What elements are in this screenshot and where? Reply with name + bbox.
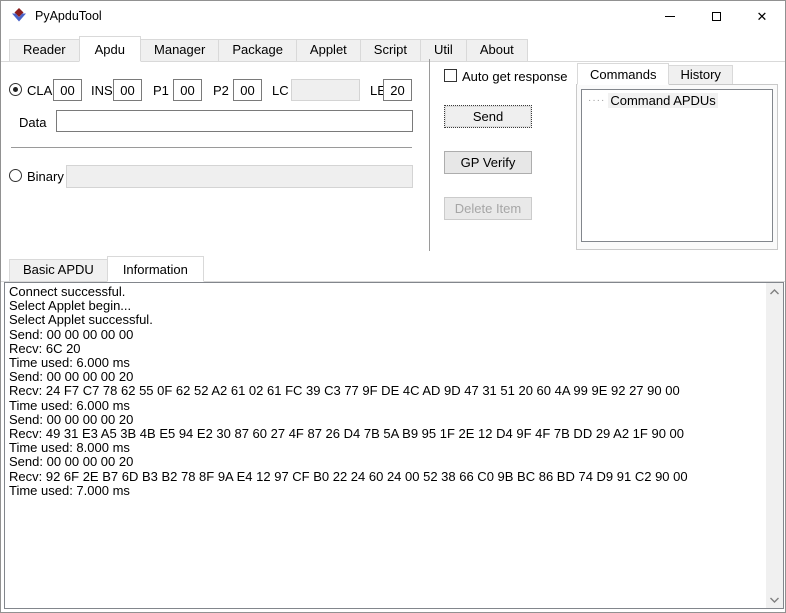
log-line: Recv: 6C 20 (9, 342, 766, 356)
titlebar: PyApduTool ✕ (1, 1, 785, 32)
maximize-icon (712, 12, 721, 21)
commands-tabstrip: Commands History (577, 63, 732, 84)
cla-label: CLA (27, 83, 52, 98)
log-line: Time used: 6.000 ms (9, 399, 766, 413)
gp-verify-button[interactable]: GP Verify (444, 151, 532, 174)
tree-branch-dots-icon: ···· (588, 95, 605, 106)
p2-label: P2 (213, 83, 229, 98)
p1-label: P1 (153, 83, 169, 98)
panel-divider (429, 59, 430, 251)
minimize-icon (665, 16, 675, 17)
apdu-page: CLA INS P1 P2 LC LE Data Binary Auto get… (1, 62, 785, 256)
log-line: Connect successful. (9, 285, 766, 299)
le-input[interactable] (383, 79, 412, 101)
app-window: PyApduTool ✕ Reader Apdu Manager Package… (0, 0, 786, 613)
tab-history[interactable]: History (668, 65, 732, 84)
tab-manager[interactable]: Manager (140, 39, 219, 61)
log-line: Select Applet successful. (9, 313, 766, 327)
log-line: Recv: 24 F7 C7 78 62 55 0F 62 52 A2 61 0… (9, 384, 766, 398)
tab-information[interactable]: Information (107, 256, 204, 282)
tab-basic-apdu[interactable]: Basic APDU (9, 259, 108, 281)
form-separator (11, 147, 412, 148)
binary-input (66, 165, 413, 188)
log-line: Recv: 92 6F 2E B7 6D B3 B2 78 8F 9A E4 1… (9, 470, 766, 484)
log-line: Send: 00 00 00 00 20 (9, 370, 766, 384)
tab-commands[interactable]: Commands (577, 63, 669, 85)
chevron-down-icon (770, 597, 779, 603)
log-output: Connect successful.Select Applet begin..… (5, 283, 766, 608)
lc-label: LC (272, 83, 289, 98)
chevron-up-icon (770, 289, 779, 295)
p1-input[interactable] (173, 79, 202, 101)
log-line: Send: 00 00 00 00 20 (9, 455, 766, 469)
tab-applet[interactable]: Applet (296, 39, 361, 61)
close-button[interactable]: ✕ (739, 1, 785, 32)
commands-page: ···· Command APDUs (576, 84, 778, 250)
scroll-down-button[interactable] (766, 591, 783, 608)
p2-input[interactable] (233, 79, 262, 101)
log-box: Connect successful.Select Applet begin..… (4, 282, 784, 609)
log-line: Recv: 49 31 E3 A5 3B 4B E5 94 E2 30 87 6… (9, 427, 766, 441)
data-input[interactable] (56, 110, 413, 132)
app-logo-icon (11, 8, 27, 24)
log-scrollbar[interactable] (766, 283, 783, 608)
send-button[interactable]: Send (444, 105, 532, 128)
log-line: Send: 00 00 00 00 20 (9, 413, 766, 427)
tab-util[interactable]: Util (420, 39, 467, 61)
log-line: Select Applet begin... (9, 299, 766, 313)
ins-label: INS (91, 83, 113, 98)
window-controls: ✕ (647, 1, 785, 32)
lc-input (291, 79, 360, 101)
maximize-button[interactable] (693, 1, 739, 32)
tab-reader[interactable]: Reader (9, 39, 80, 61)
log-line: Time used: 8.000 ms (9, 441, 766, 455)
auto-get-response-label: Auto get response (462, 69, 568, 84)
minimize-button[interactable] (647, 1, 693, 32)
cla-input[interactable] (53, 79, 82, 101)
tab-apdu[interactable]: Apdu (79, 36, 141, 62)
tree-item-label: Command APDUs (608, 93, 717, 108)
output-tabstrip: Basic APDU Information (1, 256, 785, 282)
tab-package[interactable]: Package (218, 39, 297, 61)
cla-mode-radio[interactable] (9, 83, 22, 96)
scroll-up-button[interactable] (766, 283, 783, 300)
tab-script[interactable]: Script (360, 39, 421, 61)
log-line: Send: 00 00 00 00 00 (9, 328, 766, 342)
window-title: PyApduTool (35, 9, 102, 23)
binary-label: Binary (27, 169, 64, 184)
log-line: Time used: 6.000 ms (9, 356, 766, 370)
main-tabstrip: Reader Apdu Manager Package Applet Scrip… (1, 35, 785, 62)
command-tree: ···· Command APDUs (581, 89, 773, 242)
tree-item-command-apdus[interactable]: ···· Command APDUs (588, 93, 772, 108)
log-line: Time used: 7.000 ms (9, 484, 766, 498)
ins-input[interactable] (113, 79, 142, 101)
auto-get-response-checkbox[interactable] (444, 69, 457, 82)
close-icon: ✕ (757, 10, 768, 23)
binary-mode-radio[interactable] (9, 169, 22, 182)
delete-item-button: Delete Item (444, 197, 532, 220)
tab-about[interactable]: About (466, 39, 528, 61)
data-label: Data (19, 115, 46, 130)
